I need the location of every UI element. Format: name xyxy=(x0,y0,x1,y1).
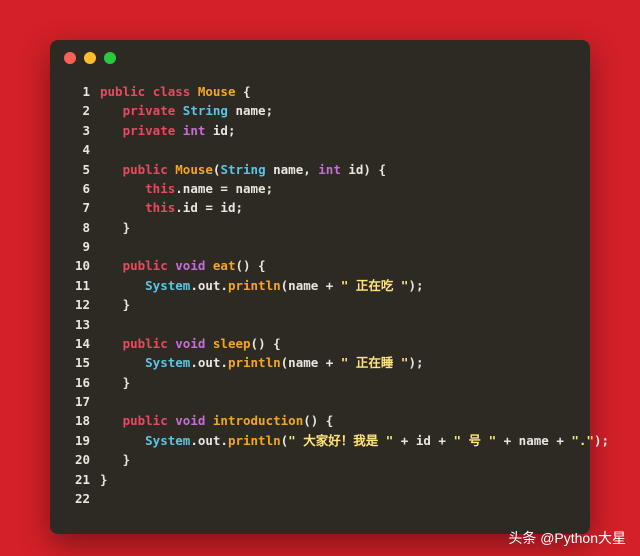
line-content: System.out.println(name + " 正在吃 "); xyxy=(100,276,576,295)
footer-attribution: 头条 @Python大星 xyxy=(508,528,626,548)
line-number: 4 xyxy=(64,140,90,159)
code-line: 19 System.out.println(" 大家好！我是 " + id + … xyxy=(64,431,576,450)
code-line: 22 xyxy=(64,489,576,508)
line-number: 10 xyxy=(64,256,90,275)
code-line: 15 System.out.println(name + " 正在睡 "); xyxy=(64,353,576,372)
code-line: 6 this.name = name; xyxy=(64,179,576,198)
code-line: 7 this.id = id; xyxy=(64,198,576,217)
line-number: 22 xyxy=(64,489,90,508)
window-titlebar xyxy=(50,40,590,76)
line-content: } xyxy=(100,470,576,489)
line-number: 12 xyxy=(64,295,90,314)
line-number: 6 xyxy=(64,179,90,198)
code-line: 18 public void introduction() { xyxy=(64,411,576,430)
line-number: 21 xyxy=(64,470,90,489)
code-line: 13 xyxy=(64,315,576,334)
code-line: 3 private int id; xyxy=(64,121,576,140)
code-line: 21} xyxy=(64,470,576,489)
line-number: 14 xyxy=(64,334,90,353)
code-line: 4 xyxy=(64,140,576,159)
line-content: private String name; xyxy=(100,101,576,120)
line-content: public Mouse(String name, int id) { xyxy=(100,160,576,179)
line-content: public void sleep() { xyxy=(100,334,576,353)
line-number: 3 xyxy=(64,121,90,140)
line-content: } xyxy=(100,295,576,314)
line-number: 8 xyxy=(64,218,90,237)
line-number: 18 xyxy=(64,411,90,430)
code-line: 20 } xyxy=(64,450,576,469)
line-number: 17 xyxy=(64,392,90,411)
line-content xyxy=(100,140,576,159)
line-number: 5 xyxy=(64,160,90,179)
code-line: 14 public void sleep() { xyxy=(64,334,576,353)
code-area: 1public class Mouse {2 private String na… xyxy=(50,76,590,508)
line-number: 20 xyxy=(64,450,90,469)
line-number: 1 xyxy=(64,82,90,101)
line-content: public void eat() { xyxy=(100,256,576,275)
line-content: this.id = id; xyxy=(100,198,576,217)
code-line: 5 public Mouse(String name, int id) { xyxy=(64,160,576,179)
line-number: 11 xyxy=(64,276,90,295)
line-content: } xyxy=(100,373,576,392)
line-content: } xyxy=(100,450,576,469)
code-line: 2 private String name; xyxy=(64,101,576,120)
line-content xyxy=(100,489,576,508)
line-content: this.name = name; xyxy=(100,179,576,198)
line-number: 16 xyxy=(64,373,90,392)
line-content: public void introduction() { xyxy=(100,411,576,430)
code-line: 1 public class Mouse { xyxy=(64,82,576,101)
code-line: 12 } xyxy=(64,295,576,314)
code-line: 8 } xyxy=(64,218,576,237)
line-content xyxy=(100,392,576,411)
line-content: System.out.println(name + " 正在睡 "); xyxy=(100,353,576,372)
line-content xyxy=(100,315,576,334)
line-number: 9 xyxy=(64,237,90,256)
line-content xyxy=(100,237,576,256)
minimize-icon[interactable] xyxy=(84,52,96,64)
code-line: 9 xyxy=(64,237,576,256)
line-number: 2 xyxy=(64,101,90,120)
code-line: 10 public void eat() { xyxy=(64,256,576,275)
line-number: 13 xyxy=(64,315,90,334)
code-window: 1public class Mouse {2 private String na… xyxy=(50,40,590,534)
line-content: public class Mouse { xyxy=(100,82,576,101)
line-number: 15 xyxy=(64,353,90,372)
zoom-icon[interactable] xyxy=(104,52,116,64)
line-number: 7 xyxy=(64,198,90,217)
line-content: private int id; xyxy=(100,121,576,140)
close-icon[interactable] xyxy=(64,52,76,64)
line-content: } xyxy=(100,218,576,237)
code-line: 17 xyxy=(64,392,576,411)
line-content: System.out.println(" 大家好！我是 " + id + " 号… xyxy=(100,431,609,450)
code-line: 11 System.out.println(name + " 正在吃 "); xyxy=(64,276,576,295)
line-number: 19 xyxy=(64,431,90,450)
code-line: 16 } xyxy=(64,373,576,392)
